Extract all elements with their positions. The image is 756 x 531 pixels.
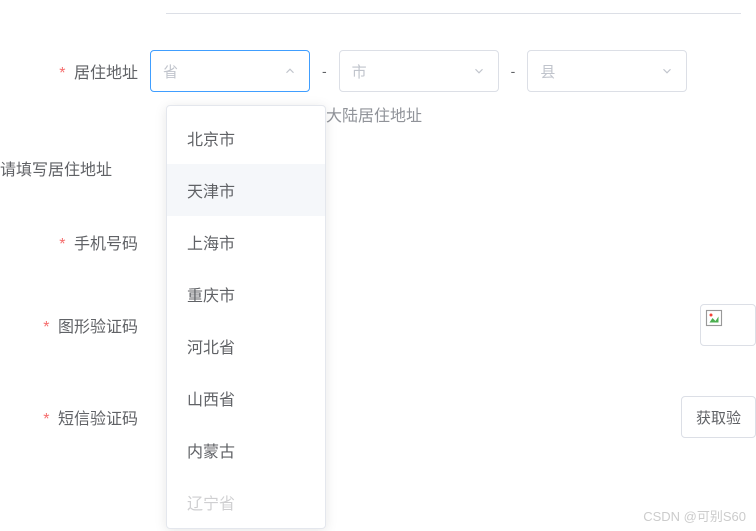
province-placeholder: 省	[163, 61, 283, 82]
address-label: * 居住地址	[0, 59, 150, 83]
required-asterisk: *	[43, 411, 49, 428]
address-row: * 居住地址 省 - 市 - 县	[0, 50, 756, 92]
province-select[interactable]: 省	[150, 50, 310, 92]
dropdown-item[interactable]: 辽宁省	[167, 476, 325, 522]
required-asterisk: *	[59, 236, 65, 253]
county-placeholder: 县	[540, 61, 660, 82]
dropdown-item[interactable]: 内蒙古	[167, 424, 325, 476]
address-full-label: 请填写居住地址	[0, 156, 150, 180]
captcha-row: * 图形验证码	[0, 304, 756, 346]
county-select[interactable]: 县	[527, 50, 687, 92]
sms-button-label: 获取验	[696, 407, 741, 428]
dropdown-item[interactable]: 山西省	[167, 372, 325, 424]
separator-1: -	[322, 63, 327, 79]
chevron-down-icon	[472, 64, 486, 78]
dropdown-item[interactable]: 天津市	[167, 164, 325, 216]
separator-2: -	[511, 63, 516, 79]
captcha-label: * 图形验证码	[0, 313, 150, 337]
phone-label: * 手机号码	[0, 230, 150, 254]
city-placeholder: 市	[352, 61, 472, 82]
city-select[interactable]: 市	[339, 50, 499, 92]
get-sms-button[interactable]: 获取验	[681, 396, 756, 438]
address-hint: 写大陆居住地址	[310, 102, 756, 126]
required-asterisk: *	[59, 65, 65, 82]
top-input-border	[166, 0, 741, 14]
required-asterisk: *	[43, 319, 49, 336]
captcha-image[interactable]	[700, 304, 756, 346]
chevron-down-icon	[660, 64, 674, 78]
address-label-text: 居住地址	[74, 65, 138, 82]
dropdown-item[interactable]: 河北省	[167, 320, 325, 372]
sms-row: * 短信验证码 获取验	[0, 396, 756, 438]
phone-label-text: 手机号码	[74, 236, 138, 253]
address-selects: 省 - 市 - 县	[150, 50, 730, 92]
phone-row: * 手机号码	[0, 230, 756, 254]
province-dropdown: 北京市 天津市 上海市 重庆市 河北省 山西省 内蒙古 辽宁省	[166, 105, 326, 529]
dropdown-scroll[interactable]: 北京市 天津市 上海市 重庆市 河北省 山西省 内蒙古 辽宁省	[167, 112, 325, 522]
address-full-label-text: 请填写居住地址	[0, 162, 112, 179]
broken-image-icon	[705, 309, 723, 327]
dropdown-item[interactable]: 重庆市	[167, 268, 325, 320]
captcha-label-text: 图形验证码	[58, 319, 138, 336]
address-full-row: 请填写居住地址	[0, 156, 756, 180]
watermark: CSDN @可别S60	[643, 506, 746, 525]
dropdown-item[interactable]: 北京市	[167, 112, 325, 164]
chevron-down-icon	[283, 64, 297, 78]
sms-label: * 短信验证码	[0, 405, 150, 429]
sms-label-text: 短信验证码	[58, 411, 138, 428]
dropdown-item[interactable]: 上海市	[167, 216, 325, 268]
